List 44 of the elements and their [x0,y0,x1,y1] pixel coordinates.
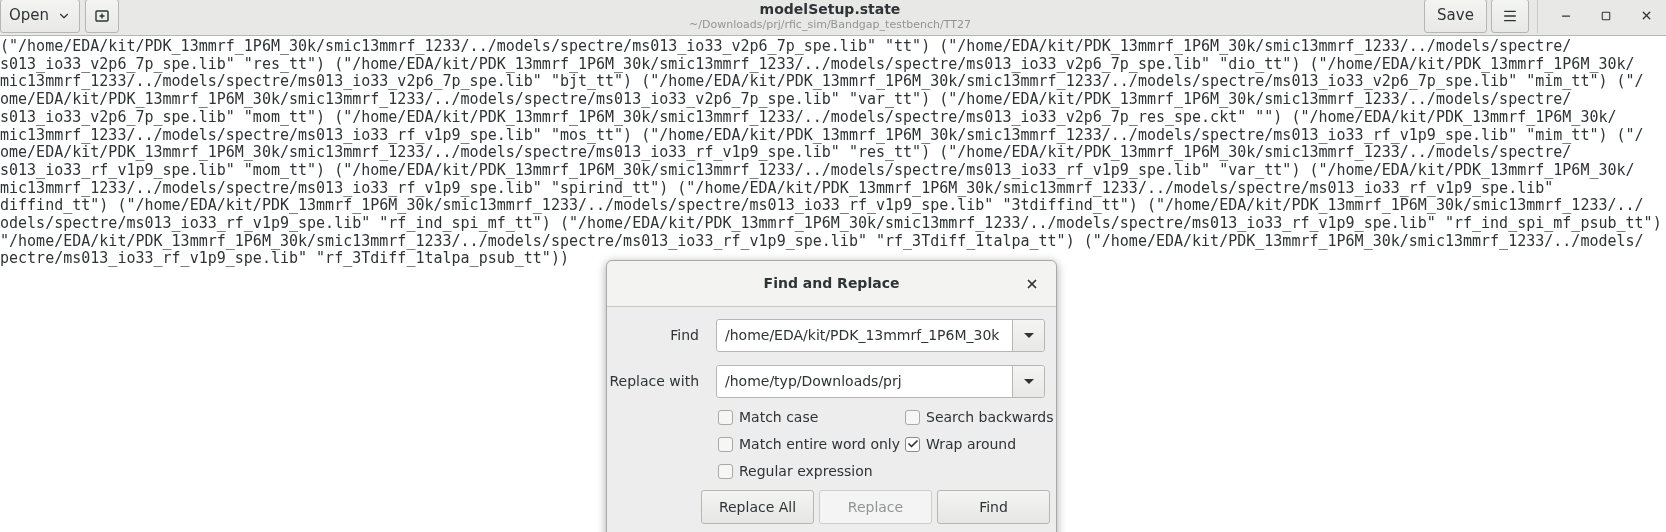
new-document-button[interactable] [85,0,119,33]
option-label: Search backwards [926,407,1054,427]
checkbox[interactable] [718,409,733,425]
code-line: pectre/ms013_io33_rf_v1p9_spe.lib" "rf_3Tdiff_1talpa_psub_tt")) [0,250,569,269]
checkbox[interactable] [718,463,733,479]
code-line: mic13mmrf_1233/../models/spectre/ms013_io33_v2p6_7p_spe.lib" "bjt_tt") ("/home/EDA/kit/PDK_13mmrf_1P6M_30k/smic13mmrf_1233/../models/spectre/ms013_io33_v2p6_7p_spe.lib" "mim_tt") ("/ [0,73,1644,92]
check-icon [906,438,919,450]
code-line: ("/home/EDA/kit/PDK_13mmrf_1P6M_30k/smic13mmrf_1233/../models/spectre/ms013_io33_v2p6_7p_spe.lib" "tt") ("/home/EDA/kit/PDK_13mmrf_1P6M_30k/smic13mmrf_1233/../models/spectre/ [0,38,1572,56]
code-line: mic13mmrf_1233/../models/spectre/ms013_io33_rf_v1p9_spe.lib" "spirind_tt") ("/home/EDA/kit/PDK_13mmrf_1P6M_30k/smic13mmrf_1233/../models/spectre/ms013_io33_rf_v1p9_spe.lib" [0,179,1554,198]
checkbox[interactable] [905,409,920,425]
window-title: modelSetup.state [759,0,901,18]
option-label: Wrap around [926,434,1017,454]
field-label: Find [669,326,699,345]
checkbox[interactable] [718,436,733,452]
document-plus-icon [94,7,110,24]
field-label: Replace with [608,372,699,391]
save-button[interactable]: Save [1424,0,1487,33]
option-label: Regular expression [739,461,873,481]
close-icon [1025,277,1039,291]
dropdown-arrow-icon [1023,379,1034,384]
open-button[interactable]: Open [0,0,80,33]
dialog-title: Find and Replace [763,274,900,293]
code-line: mic13mmrf_1233/../models/spectre/ms013_io33_rf_v1p9_spe.lib" "mos_tt") ("/home/EDA/kit/PDK_13mmrf_1P6M_30k/smic13mmrf_1233/../models/spectre/ms013_io33_rf_v1p9_spe.lib" "mim_tt") ("/ [0,126,1644,145]
window-subtitle: ~/Downloads/prj/rfic_sim/Bandgap_testbench/TT27 [689,18,971,32]
dialog-button[interactable]: Find [937,490,1050,524]
dialog-button[interactable]: Replace All [701,490,814,524]
checkbox[interactable] [905,436,920,452]
code-line: odels/spectre/ms013_io33_rf_v1p9_spe.lib" "rf_ind_spi_mf_tt") ("/home/EDA/kit/PDK_13mmrf_1P6M_30k/smic13mmrf_1233/../models/spectre/ms013_io33_rf_v1p9_spe.lib" "rf_ind_spi_mf_psub_tt") [0,215,1662,233]
code-line: s013_io33_v2p6_7p_spe.lib" "mom_tt") ("/home/EDA/kit/PDK_13mmrf_1P6M_30k/smic13mmrf_1233/../models/spectre/ms013_io33_v2p6_7p_res_spe.ckt" "") ("/home/EDA/kit/PDK_13mmrf_1P6M_30k/ [0,108,1617,127]
option-label: Match case [739,407,819,427]
code-line: ome/EDA/kit/PDK_13mmrf_1P6M_30k/smic13mmrf_1233/../models/spectre/ms013_io33_v2p6_7p_spe.lib" "var_tt") ("/home/EDA/kit/PDK_13mmrf_1P6M_30k/smic13mmrf_1233/../models/spectre/ [0,91,1572,109]
menu-button[interactable] [1491,0,1529,33]
maximize-icon [1601,10,1611,21]
code-line: s013_io33_rf_v1p9_spe.lib" "mom_tt") ("/home/EDA/kit/PDK_13mmrf_1P6M_30k/smic13mmrf_1233/../models/spectre/ms013_io33_rf_v1p9_spe.lib" "var_tt") ("/home/EDA/kit/PDK_13mmrf_1P6M_30k/ [0,161,1635,180]
code-line: ome/EDA/kit/PDK_13mmrf_1P6M_30k/smic13mmrf_1233/../models/spectre/ms013_io33_rf_v1p9_spe.lib" "res_tt") ("/home/EDA/kit/PDK_13mmrf_1P6M_30k/smic13mmrf_1233/../models/spectre/ [0,144,1572,162]
combo-field[interactable]: /home/typ/Downloads/prj [716,365,1045,398]
option-label: Match entire word only [739,434,901,454]
dropdown-arrow-icon [1023,333,1034,338]
dropdown-toggle[interactable] [1012,366,1044,397]
code-line: diffind_tt") ("/home/EDA/kit/PDK_13mmrf_1P6M_30k/smic13mmrf_1233/../models/spectre/ms013_io33_rf_v1p9_spe.lib" "3tdiffind_tt") ("/home/EDA/kit/PDK_13mmrf_1P6M_30k/smic13mmrf_1233/../ [0,197,1644,216]
code-line: "/home/EDA/kit/PDK_13mmrf_1P6M_30k/smic13mmrf_1233/../models/spectre/ms013_io33_rf_v1p9_spe.lib" "rf_3Tdiff_1talpa_tt") ("/home/EDA/kit/PDK_13mmrf_1P6M_30k/smic13mmrf_1233/../models/ [0,232,1644,251]
combo-field[interactable]: /home/EDA/kit/PDK_13mmrf_1P6M_30k [716,319,1045,352]
code-line: s013_io33_v2p6_7p_spe.lib" "res_tt") ("/home/EDA/kit/PDK_13mmrf_1P6M_30k/smic13mmrf_1233/../models/spectre/ms013_io33_v2p6_7p_spe.lib" "dio_tt") ("/home/EDA/kit/PDK_13mmrf_1P6M_30k/ [0,55,1635,74]
dropdown-toggle[interactable] [1012,320,1044,351]
